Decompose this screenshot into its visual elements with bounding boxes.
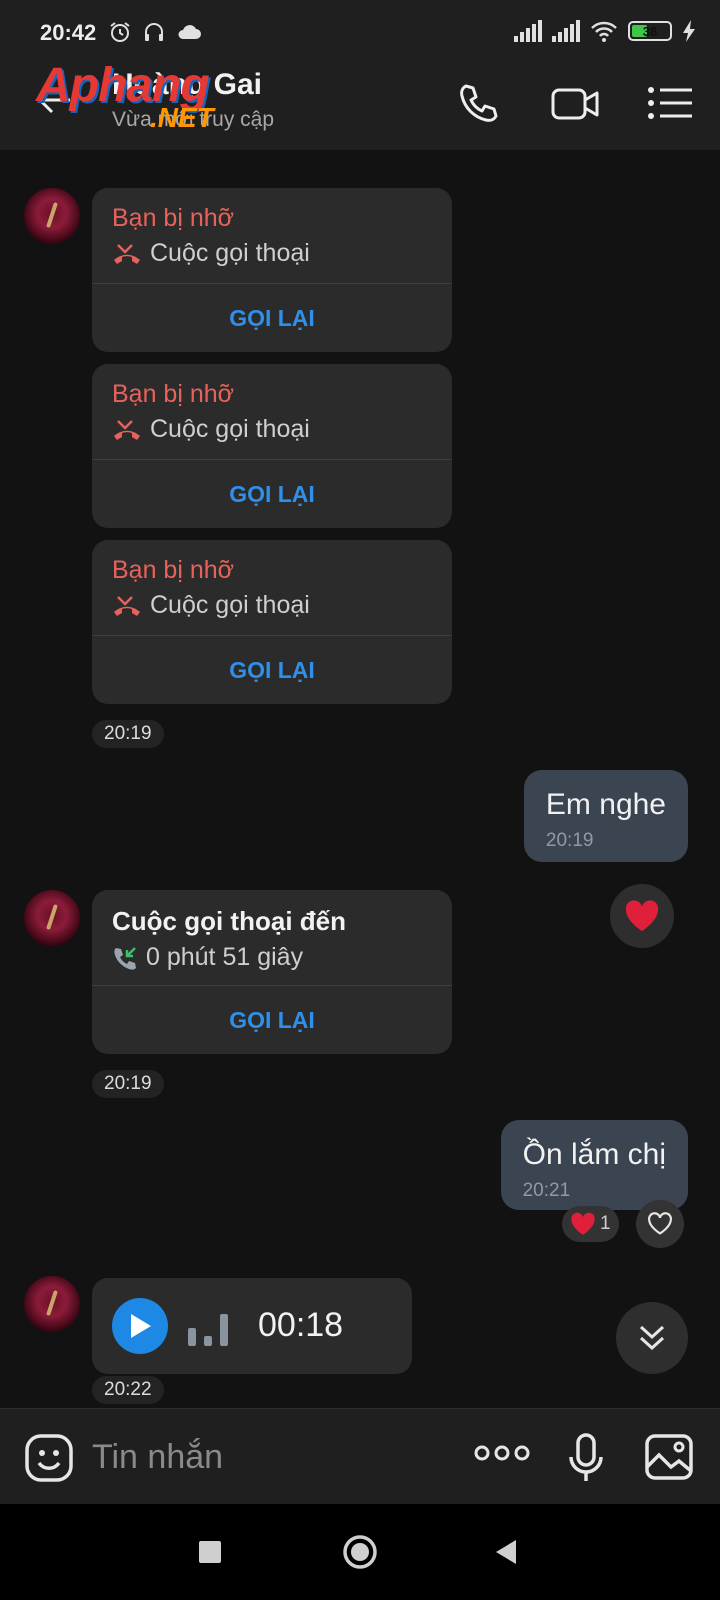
reaction-count: 1 (600, 1213, 611, 1234)
heart-reaction[interactable] (610, 884, 674, 948)
outgoing-message[interactable]: Ồn lắm chị 20:21 (500, 1120, 688, 1210)
message-time: 20:19 (92, 1070, 164, 1098)
voice-message: 00:18 (92, 1278, 412, 1374)
headphones-icon (145, 23, 163, 41)
missed-call-icon (114, 419, 140, 440)
signal-icon-2 (552, 20, 580, 42)
call-type: Cuộc gọi thoại (150, 591, 310, 619)
heart-icon (571, 1212, 595, 1235)
reaction-summary[interactable]: 1 (562, 1206, 619, 1242)
wifi-icon (591, 21, 617, 42)
message-input-bar (0, 1408, 720, 1504)
missed-call-card: Bạn bị nhỡ Cuộc gọi thoại GỌI LẠI (92, 364, 452, 528)
call-back-button[interactable]: GỌI LẠI (92, 636, 452, 704)
incoming-call-card: Cuộc gọi thoại đến 0 phút 51 giây GỌI LẠ… (92, 890, 452, 1054)
microphone-icon[interactable] (568, 1433, 604, 1483)
call-type: Cuộc gọi thoại (150, 415, 310, 443)
contact-avatar[interactable] (24, 188, 80, 244)
gallery-icon[interactable] (644, 1433, 694, 1481)
more-options-icon[interactable] (474, 1443, 530, 1463)
add-reaction-button[interactable] (636, 1200, 684, 1248)
missed-call-title: Bạn bị nhỡ (112, 204, 235, 232)
message-text: Em nghe (545, 788, 666, 821)
incoming-call-title: Cuộc gọi thoại đến (112, 906, 346, 936)
home-circle-icon[interactable] (342, 1534, 378, 1570)
emoji-icon[interactable] (24, 1433, 74, 1483)
recents-square-icon[interactable] (198, 1540, 222, 1564)
watermark-logo-suffix: .NET (150, 102, 214, 133)
missed-call-icon (114, 243, 140, 264)
play-button[interactable] (112, 1298, 168, 1354)
missed-call-icon (114, 595, 140, 616)
chat-header: Hoàng Gai Vừa mới truy cập Aphang .NET (0, 54, 720, 150)
incoming-call-icon (114, 946, 136, 970)
call-back-button[interactable]: GỌI LẠI (92, 986, 452, 1054)
double-chevron-down-icon (639, 1325, 665, 1351)
cloud-icon (178, 25, 201, 39)
status-bar: 20:42 38 (0, 0, 720, 54)
outgoing-message[interactable]: Em nghe 20:19 (523, 770, 688, 862)
message-input[interactable] (92, 1435, 452, 1479)
alarm-icon (110, 22, 130, 42)
call-back-button[interactable]: GỌI LẠI (92, 460, 452, 528)
message-time: 20:19 (92, 720, 164, 748)
battery-indicator: 38 (628, 21, 672, 41)
waveform-icon (188, 1314, 228, 1346)
charging-icon (683, 20, 695, 42)
heart-outline-icon (648, 1212, 672, 1235)
missed-call-title: Bạn bị nhỡ (112, 380, 235, 408)
contact-avatar[interactable] (24, 1276, 80, 1332)
message-time: 20:21 (522, 1180, 571, 1201)
status-time: 20:42 (40, 20, 97, 45)
call-type: Cuộc gọi thoại (150, 239, 310, 267)
system-nav-bar (0, 1504, 720, 1600)
missed-call-card: Bạn bị nhỡ Cuộc gọi thoại GỌI LẠI (92, 188, 452, 352)
voice-duration: 00:18 (258, 1306, 344, 1344)
signal-icon (514, 20, 542, 42)
scroll-to-bottom-button[interactable] (616, 1302, 688, 1374)
heart-icon (625, 900, 659, 931)
call-back-button[interactable]: GỌI LẠI (92, 284, 452, 352)
play-icon (131, 1314, 151, 1338)
video-call-icon[interactable] (550, 80, 600, 126)
menu-icon[interactable] (646, 80, 694, 126)
missed-call-card: Bạn bị nhỡ Cuộc gọi thoại GỌI LẠI (92, 540, 452, 704)
message-text: Ồn lắm chị (522, 1138, 666, 1171)
message-list[interactable]: Bạn bị nhỡ Cuộc gọi thoại GỌI LẠI Bạn bị… (0, 150, 720, 1408)
missed-call-title: Bạn bị nhỡ (112, 556, 235, 584)
message-time: 20:19 (545, 830, 594, 851)
voice-call-icon[interactable] (456, 80, 502, 126)
contact-avatar[interactable] (24, 890, 80, 946)
call-duration: 0 phút 51 giây (146, 943, 304, 971)
back-triangle-icon[interactable] (494, 1538, 518, 1566)
message-time: 20:22 (92, 1376, 164, 1404)
battery-level: 38 (642, 23, 658, 39)
